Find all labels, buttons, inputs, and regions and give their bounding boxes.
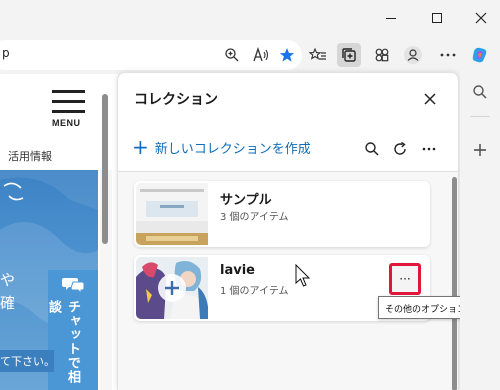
search-icon — [473, 85, 487, 99]
extensions-icon — [375, 48, 389, 62]
menu-button[interactable]: MENU — [50, 88, 86, 130]
copilot-button[interactable] — [468, 43, 492, 67]
address-text: p — [2, 46, 10, 60]
copilot-icon — [472, 47, 487, 63]
zoom-icon — [225, 48, 239, 62]
hero-footer-bar: て下さい。 — [0, 350, 55, 372]
read-aloud-icon — [253, 47, 269, 62]
search-icon — [365, 142, 379, 156]
minimize-icon — [386, 17, 396, 19]
close-icon — [424, 93, 436, 105]
favorites-button[interactable] — [306, 43, 330, 67]
plus-icon: + — [132, 135, 149, 159]
close-icon — [475, 12, 487, 24]
collections-panel: コレクション + 新しいコレクションを作成 サンプル 3 個のアイテム lavi… — [117, 72, 459, 390]
hero-text-char: 確 — [0, 294, 16, 312]
collection-more-options-button[interactable]: ··· — [389, 263, 421, 295]
more-icon — [422, 147, 436, 151]
close-window-button[interactable] — [471, 8, 491, 28]
panel-scrollbar-thumb[interactable] — [452, 177, 457, 390]
chat-bubble-icon — [62, 278, 85, 294]
collection-item-count: 3 個のアイテム — [220, 212, 289, 223]
maximize-icon — [432, 13, 442, 23]
refresh-button[interactable] — [390, 139, 410, 159]
favorite-button[interactable] — [275, 43, 299, 67]
minimize-button[interactable] — [381, 8, 401, 28]
collection-thumbnail — [136, 257, 208, 319]
browser-window: p MENU 活用情報 や 確 チャットで相談 て下さい。 コレクション + 新… — [0, 0, 500, 390]
panel-close-button[interactable] — [420, 89, 440, 109]
profile-icon — [404, 46, 422, 64]
sidebar-divider — [470, 116, 490, 117]
collections-button[interactable] — [337, 43, 361, 67]
collection-artwork-image — [136, 257, 208, 319]
sidebar-search-button[interactable] — [470, 82, 490, 102]
new-collection-label: 新しいコレクションを作成 — [154, 141, 311, 157]
search-collections-button[interactable] — [362, 139, 382, 159]
read-aloud-button[interactable] — [249, 43, 273, 67]
zoom-button[interactable] — [220, 43, 244, 67]
new-collection-button[interactable]: + 新しいコレクションを作成 — [132, 137, 311, 157]
web-page-content: MENU 活用情報 や 確 チャットで相談 て下さい。 — [0, 74, 118, 390]
nav-link[interactable]: 活用情報 — [8, 148, 52, 164]
collection-title: lavie — [220, 263, 255, 278]
extensions-button[interactable] — [370, 43, 394, 67]
settings-more-button[interactable] — [436, 43, 460, 67]
page-scrollbar-thumb[interactable] — [102, 94, 108, 244]
hero-footer-text: て下さい。 — [0, 355, 55, 368]
refresh-icon — [394, 141, 406, 155]
sidebar-add-button[interactable] — [470, 140, 490, 160]
profile-button[interactable] — [401, 43, 425, 67]
menu-label: MENU — [52, 118, 81, 128]
browser-toolbar: p — [0, 36, 500, 74]
collection-item-count: 1 個のアイテム — [220, 286, 289, 297]
panel-more-button[interactable] — [419, 139, 439, 159]
more-icon: ··· — [399, 272, 411, 286]
hero-text-char: や — [0, 271, 16, 289]
collection-title: サンプル — [220, 193, 272, 208]
favorite-star-icon — [279, 48, 295, 62]
collection-thumbnail — [136, 183, 208, 245]
chat-label: チャットで相談 — [46, 300, 80, 384]
maximize-button[interactable] — [427, 8, 447, 28]
chat-consult-tab[interactable]: チャットで相談 — [46, 270, 98, 390]
panel-title: コレクション — [134, 92, 218, 108]
title-bar — [0, 0, 500, 36]
collections-icon — [342, 48, 356, 62]
browser-sidebar — [460, 74, 500, 390]
add-icon — [474, 144, 486, 156]
address-bar[interactable]: p — [0, 40, 302, 70]
favorites-list-icon — [309, 47, 326, 60]
mouse-cursor-icon — [295, 264, 311, 287]
hamburger-icon — [52, 90, 85, 93]
collection-card[interactable]: サンプル 3 個のアイテム — [134, 181, 430, 247]
page-preview-image — [136, 189, 208, 245]
more-icon — [440, 53, 456, 57]
hero-text-fragment — [3, 182, 24, 201]
